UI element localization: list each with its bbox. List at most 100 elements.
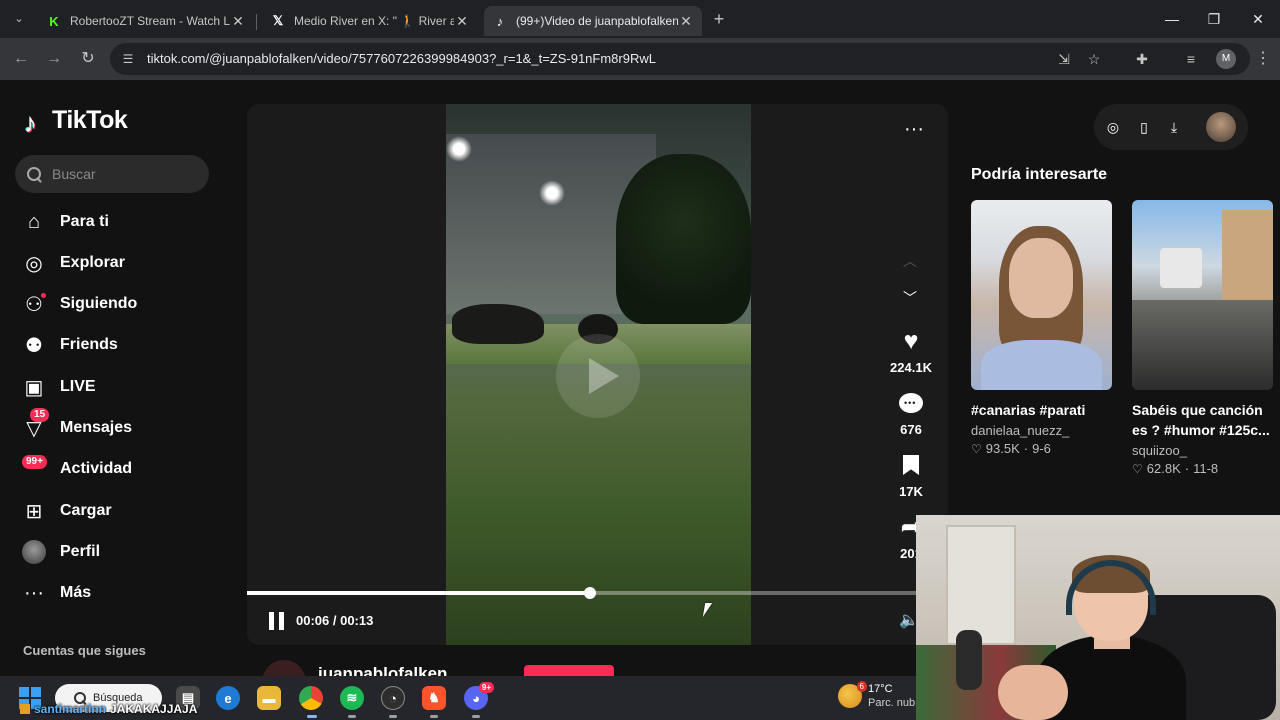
activity-icon: 99+	[22, 455, 47, 481]
home-icon: ⌂	[27, 210, 41, 233]
comment-action[interactable]: ••• 676	[883, 388, 939, 437]
recommended-card[interactable]: Sabéis que canción es ? #humor #125c... …	[1132, 200, 1273, 476]
device-icon[interactable]: ▯	[1134, 117, 1154, 137]
tab-search-button[interactable]: ⌄	[8, 9, 30, 29]
user-avatar[interactable]	[1206, 112, 1236, 142]
recommended-card[interactable]: #canarias #parati danielaa_nuezz_ ♡ 93.5…	[971, 200, 1112, 456]
video-thumbnail[interactable]	[1132, 200, 1273, 390]
obs-icon[interactable]: ◔	[381, 686, 405, 710]
webcam-scene-person	[998, 665, 1068, 720]
heart-icon[interactable]: ♥	[896, 326, 926, 356]
video-progress-bar[interactable]	[247, 587, 948, 599]
weather-desc: Parc. nub	[868, 697, 916, 709]
spotify-icon[interactable]: ≋	[340, 686, 364, 710]
video-thumbnail[interactable]	[971, 200, 1112, 390]
play-icon[interactable]	[556, 334, 640, 418]
previous-video-button[interactable]: ︿	[897, 249, 923, 273]
thumbnail-shape	[1160, 248, 1202, 288]
heart-outline-icon: ♡	[1132, 461, 1143, 476]
dot-separator: ·	[1184, 461, 1190, 476]
close-icon[interactable]: ✕	[678, 13, 694, 30]
nav-cargar[interactable]: ⊞ Cargar	[22, 496, 112, 526]
next-video-button[interactable]: ﹀	[897, 286, 923, 310]
profile-avatar	[22, 540, 46, 564]
nav-para-ti[interactable]: ⌂ Para ti	[22, 207, 109, 237]
nav-mensajes[interactable]: ▽ 15 Mensajes	[22, 408, 132, 443]
browser-tab[interactable]: K RobertooZT Stream - Watch Liv ✕	[38, 6, 254, 36]
video-time: 00:06 / 00:13	[296, 613, 374, 628]
card-username[interactable]: squiizoo_	[1132, 443, 1273, 458]
browser-profile-avatar[interactable]: M	[1216, 49, 1236, 69]
card-username[interactable]: danielaa_nuezz_	[971, 423, 1112, 438]
author-name[interactable]: juanpablofalken	[318, 664, 447, 676]
download-icon[interactable]: ⤓	[1164, 117, 1184, 137]
nav-mas[interactable]: ··· Más	[22, 578, 91, 608]
pause-icon[interactable]	[269, 612, 285, 630]
discord-icon[interactable]: ◕ 9+	[464, 682, 494, 710]
media-control-icon[interactable]: ≡	[1181, 49, 1201, 69]
chat-text: JAKAKAJJAJA	[110, 702, 198, 716]
follow-button[interactable]	[524, 665, 614, 676]
chrome-icon[interactable]	[299, 686, 323, 710]
install-app-icon[interactable]: ⇲	[1054, 49, 1074, 69]
more-icon: ···	[24, 581, 44, 604]
like-action[interactable]: ♥ 224.1K	[883, 326, 939, 376]
nav-perfil[interactable]: Perfil	[22, 537, 100, 567]
close-icon[interactable]: ✕	[454, 13, 470, 30]
reload-button[interactable]: ↻	[77, 48, 99, 70]
nav-label: LIVE	[60, 378, 96, 395]
tiktok-icon: ♪	[496, 13, 504, 29]
nav-label: Cargar	[60, 502, 112, 519]
messages-icon: ▽ 15	[22, 408, 50, 440]
browser-tabstrip: ⌄ K RobertooZT Stream - Watch Liv ✕ 𝕏 Me…	[0, 0, 1280, 38]
forward-button[interactable]: →	[43, 48, 65, 70]
nav-actividad[interactable]: 99+ Actividad	[22, 454, 132, 484]
more-options-icon[interactable]: ···	[899, 118, 929, 140]
nav-explorar[interactable]: ◎ Explorar	[22, 248, 125, 278]
weather-widget[interactable]: 6 17°C Parc. nub	[838, 681, 916, 710]
video-progress-fill	[247, 591, 591, 595]
browser-tab[interactable]: 𝕏 Medio River en X: " 🚶 River ave ✕	[262, 6, 478, 36]
nav-label: Más	[60, 584, 92, 601]
search-box[interactable]	[15, 155, 209, 193]
recommended-heading: Podría interesarte	[971, 166, 1108, 183]
card-title[interactable]: #canarias #parati	[971, 400, 1112, 420]
brave-icon[interactable]: ♞	[422, 686, 446, 710]
bookmark-icon[interactable]	[896, 450, 926, 480]
video-player[interactable]: ··· ︿ ﹀ ♥ 224.1K ••• 676 17K ➦ 201 00:06…	[247, 104, 948, 645]
edge-icon[interactable]: e	[216, 686, 240, 710]
new-tab-button[interactable]: +	[708, 8, 730, 30]
nav-live[interactable]: ▣ LIVE	[22, 372, 96, 402]
minimize-button[interactable]: —	[1151, 0, 1193, 38]
video-frame[interactable]	[446, 104, 751, 645]
active-app-indicator	[307, 715, 317, 718]
close-icon[interactable]: ✕	[230, 13, 246, 30]
bookmark-star-icon[interactable]: ☆	[1084, 49, 1104, 69]
file-explorer-icon[interactable]: ▬	[257, 686, 281, 710]
tiktok-logo[interactable]: ♪ ♪ ♪ TikTok	[22, 106, 128, 138]
chat-username: santimartinn	[34, 702, 107, 716]
window-close-button[interactable]: ✕	[1237, 0, 1279, 38]
save-action[interactable]: 17K	[883, 450, 939, 499]
browser-tab-active[interactable]: ♪ (99+)Video de juanpablofalken ✕	[484, 6, 702, 36]
browser-menu-icon[interactable]: ⋮	[1255, 48, 1271, 70]
comment-icon[interactable]: •••	[896, 388, 926, 418]
url-text[interactable]: tiktok.com/@juanpablofalken/video/757760…	[147, 51, 656, 66]
search-input[interactable]	[52, 166, 192, 182]
stream-chat-message: santimartinn JAKAKAJJAJA	[0, 698, 197, 720]
maximize-button[interactable]: ❐	[1193, 0, 1235, 38]
extensions-icon[interactable]: ✚	[1132, 49, 1152, 69]
video-scene-dog	[452, 304, 544, 344]
author-avatar[interactable]	[262, 660, 306, 676]
nav-friends[interactable]: ⚉ Friends	[22, 330, 118, 360]
video-scene-lamp	[446, 136, 472, 162]
weather-badge: 6	[856, 681, 867, 692]
back-button[interactable]: ←	[10, 48, 32, 70]
tab-title: Medio River en X: " 🚶 River ave	[294, 14, 454, 28]
site-info-icon[interactable]: ☰	[120, 51, 136, 67]
card-title[interactable]: Sabéis que canción es ? #humor #125c...	[1132, 400, 1273, 440]
coins-icon[interactable]: ◎	[1103, 117, 1123, 137]
nav-siguiendo[interactable]: ⚇ Siguiendo	[22, 289, 137, 319]
address-bar[interactable]: ☰ tiktok.com/@juanpablofalken/video/7577…	[110, 43, 1250, 75]
live-icon: ▣	[24, 376, 44, 399]
